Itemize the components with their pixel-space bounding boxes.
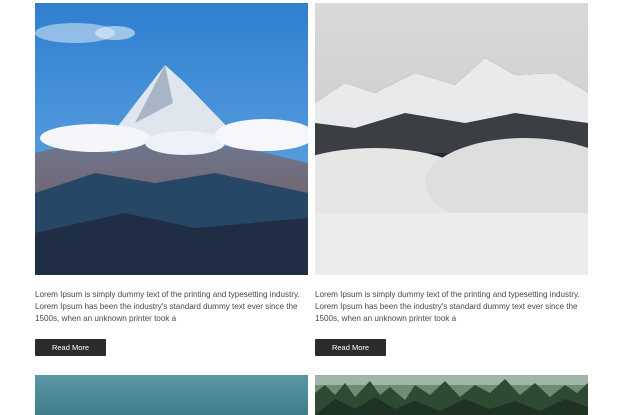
mountain-peak-image[interactable] <box>35 3 308 275</box>
pine-forest-image[interactable] <box>315 375 588 415</box>
snowy-mountains-image[interactable] <box>315 3 588 275</box>
read-more-button[interactable]: Read More <box>35 339 106 356</box>
card-description: Lorem Ipsum is simply dummy text of the … <box>315 290 580 323</box>
blog-card: Lorem Ipsum is simply dummy text of the … <box>315 3 588 356</box>
lake-image[interactable] <box>35 375 308 415</box>
card-description: Lorem Ipsum is simply dummy text of the … <box>35 290 300 323</box>
blog-card: Lorem Ipsum is simply dummy text of the … <box>35 3 308 356</box>
read-more-button[interactable]: Read More <box>315 339 386 356</box>
